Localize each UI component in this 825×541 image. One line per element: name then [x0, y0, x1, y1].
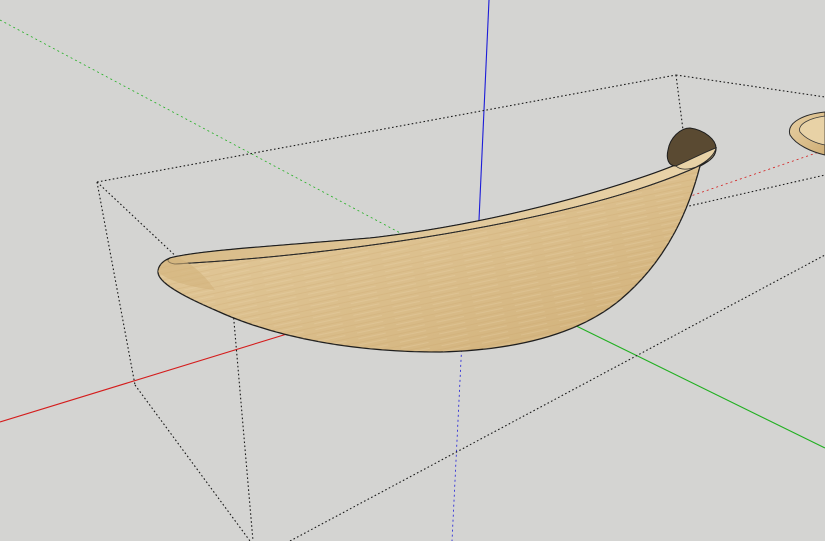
scene-canvas[interactable] — [0, 0, 825, 541]
red-axis — [0, 329, 301, 423]
blue-axis — [477, 0, 490, 243]
adjacent-wood-component[interactable] — [789, 111, 825, 156]
curved-wood-backrest-component[interactable] — [157, 127, 717, 353]
3d-modeling-viewport[interactable] — [0, 0, 825, 541]
green-axis — [559, 317, 825, 449]
